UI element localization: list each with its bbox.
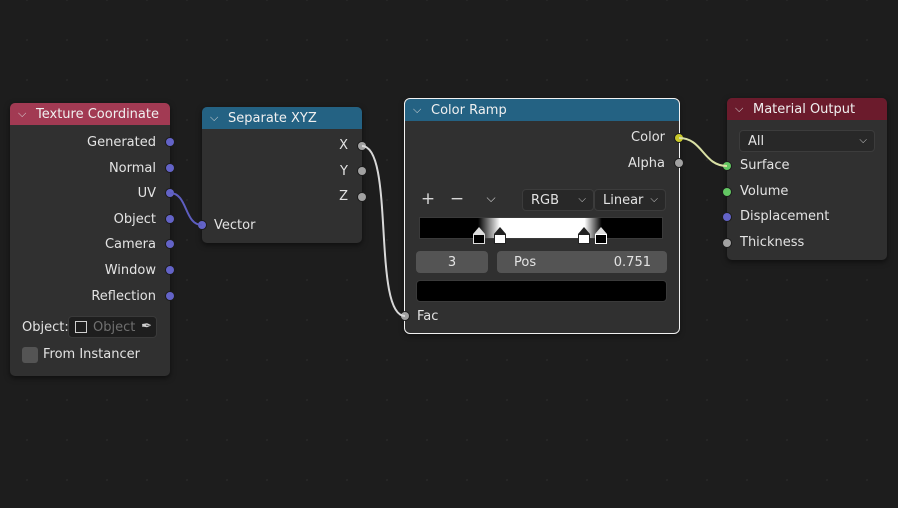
socket-vector[interactable] [198,221,206,229]
output-x: X [339,138,348,153]
input-vector: Vector [214,218,256,233]
interpolation-value: Linear [603,192,644,208]
color-stop-1[interactable] [473,227,485,244]
stop-marker-icon [595,227,607,234]
node-title: Material Output [753,101,856,117]
color-mode-dropdown[interactable]: RGB ⌵ [522,189,594,211]
stop-color-swatch[interactable] [416,280,667,302]
chevron-down-icon: ⌵ [650,194,658,205]
color-stop-active[interactable] [595,227,607,244]
socket-generated[interactable] [166,138,174,146]
color-ramp-header[interactable]: ⌵ Color Ramp [405,99,679,121]
output-reflection: Reflection [91,289,156,304]
interpolation-dropdown[interactable]: Linear ⌵ [594,189,666,211]
object-label: Object: [22,320,69,335]
output-generated: Generated [87,135,156,150]
pos-label: Pos [514,254,537,270]
socket-surface[interactable] [723,162,731,170]
pos-field[interactable]: Pos 0.751 [497,251,667,273]
socket-window[interactable] [166,266,174,274]
node-title: Separate XYZ [228,110,317,126]
object-field[interactable]: Object ✒ [68,316,157,338]
stop-marker-icon [578,227,590,234]
socket-z[interactable] [358,193,366,201]
chevron-down-icon: ⌵ [578,194,586,205]
node-title: Texture Coordinate [36,106,159,122]
color-ramp-node[interactable]: ⌵ Color Ramp Color Alpha + − ⌵ RGB ⌵ Lin… [401,98,683,334]
socket-x[interactable] [358,142,366,150]
socket-fac[interactable] [401,312,409,320]
object-box-icon [75,321,87,333]
input-volume: Volume [740,184,789,199]
socket-alpha[interactable] [675,159,683,167]
input-displacement: Displacement [740,209,830,224]
material-output-node[interactable]: ⌵ Material Output All ⌵ Surface Volume D… [723,98,887,260]
socket-thickness[interactable] [723,239,731,247]
texture-coordinate-node[interactable]: ⌵ Texture Coordinate Generated Normal UV… [10,103,174,376]
output-window: Window [104,263,156,278]
output-y: Y [340,164,348,179]
eyedropper-icon[interactable]: ✒ [141,319,152,334]
collapse-chevron-icon[interactable]: ⌵ [413,103,427,117]
chevron-down-icon: ⌵ [859,135,867,146]
pos-value: 0.751 [613,254,651,270]
collapse-chevron-icon[interactable]: ⌵ [18,107,32,121]
socket-camera[interactable] [166,240,174,248]
color-ramp-gradient[interactable] [419,217,663,239]
remove-stop-button[interactable]: − [447,189,467,209]
stop-marker-icon [473,227,485,234]
socket-y[interactable] [358,167,366,175]
output-object: Object [113,212,156,227]
input-surface: Surface [740,158,790,173]
target-dropdown[interactable]: All ⌵ [739,130,875,152]
input-fac: Fac [417,309,439,324]
socket-color[interactable] [675,134,683,142]
output-color: Color [631,130,665,145]
socket-normal[interactable] [166,164,174,172]
collapse-chevron-icon[interactable]: ⌵ [735,102,749,116]
output-camera: Camera [104,237,156,252]
input-thickness: Thickness [740,235,805,250]
separate-xyz-header[interactable]: ⌵ Separate XYZ [202,107,362,129]
from-instancer-checkbox[interactable] [22,347,38,363]
node-title: Color Ramp [431,102,507,118]
link-x-to-fac [361,145,406,317]
socket-displacement[interactable] [723,213,731,221]
socket-volume[interactable] [723,188,731,196]
ramp-menu-chevron-icon[interactable]: ⌵ [481,191,501,206]
color-stop-3[interactable] [578,227,590,244]
collapse-chevron-icon[interactable]: ⌵ [210,111,224,125]
material-output-header[interactable]: ⌵ Material Output [727,98,887,120]
socket-object[interactable] [166,215,174,223]
color-stop-2[interactable] [494,227,506,244]
link-uv-to-vector [169,192,203,226]
object-placeholder: Object [93,319,136,335]
texture-coordinate-header[interactable]: ⌵ Texture Coordinate [10,103,170,125]
separate-xyz-node[interactable]: ⌵ Separate XYZ X Y Z Vector [198,107,366,243]
output-alpha: Alpha [628,156,665,171]
socket-reflection[interactable] [166,292,174,300]
add-stop-button[interactable]: + [418,189,438,209]
target-value: All [748,133,765,149]
output-normal: Normal [108,161,156,176]
color-mode-value: RGB [531,192,560,208]
from-instancer-label: From Instancer [43,347,140,362]
stop-marker-icon [494,227,506,234]
active-stop-index-field[interactable]: 3 [416,251,488,273]
socket-uv[interactable] [166,189,174,197]
output-uv: UV [137,186,156,201]
active-stop-index: 3 [447,254,457,270]
output-z: Z [339,189,348,204]
link-color-to-surface [678,137,728,167]
